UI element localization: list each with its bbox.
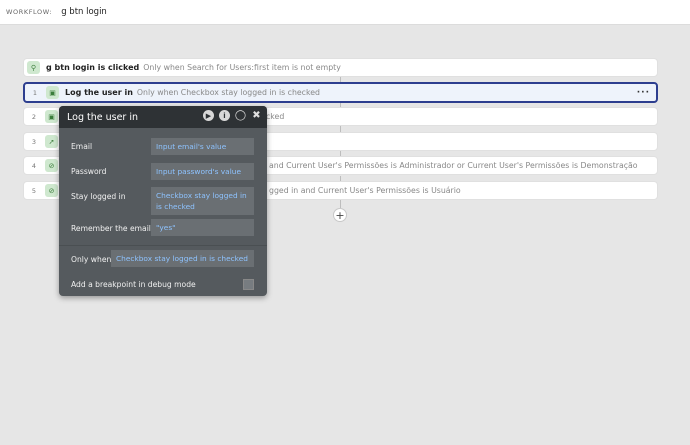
step-number: 2 [31,112,37,121]
breakpoint-label: Add a breakpoint in debug mode [71,280,196,289]
info-icon[interactable]: i [219,110,230,121]
password-label: Password [71,167,107,176]
remember-email-label: Remember the email [71,224,151,233]
stay-logged-in-label: Stay logged in [71,192,126,201]
close-icon[interactable]: ✖ [251,110,262,121]
step-number: 1 [32,88,38,97]
play-icon[interactable]: ▶ [203,110,214,121]
add-step-button[interactable]: + [333,208,347,222]
trigger-event[interactable]: ⚲ g btn login is clicked Only when Searc… [23,58,658,77]
panel-header: Log the user in ▶ i ◯ ✖ [59,106,267,128]
only-when-label: Only when [71,255,112,264]
step-condition: Only when Checkbox stay logged in is che… [136,88,320,97]
email-value[interactable]: Input email's value [151,138,254,155]
workflow-header: WORKFLOW: g btn login [0,0,690,25]
workflow-name[interactable]: g btn login [61,7,107,17]
divider [59,245,267,246]
search-icon: ⚲ [27,61,40,74]
step-number: 4 [31,161,37,170]
account-icon: ▣ [45,110,58,123]
step-title: Log the user in [65,88,133,97]
only-when-value[interactable]: Checkbox stay logged in is checked [111,250,254,267]
action-property-panel: Log the user in ▶ i ◯ ✖ Email Input emai… [59,106,267,296]
more-icon[interactable]: ··· [637,88,650,98]
cursor-icon: ➚ [45,135,58,148]
password-value[interactable]: Input password's value [151,163,254,180]
trigger-title: g btn login is clicked [46,63,140,72]
step-condition: cked [266,112,285,121]
step-number: 5 [31,186,37,195]
email-label: Email [71,142,93,151]
connector-line [340,200,341,208]
navigate-icon: ⊘ [45,184,58,197]
navigate-icon: ⊘ [45,159,58,172]
comment-icon[interactable]: ◯ [235,110,246,121]
account-icon: ▣ [46,86,59,99]
remember-email-value[interactable]: "yes" [151,219,254,236]
panel-title: Log the user in [67,111,138,123]
step-condition: and Current User's Permissões is Adminis… [269,161,638,170]
breakpoint-checkbox[interactable] [243,279,254,290]
trigger-condition: Only when Search for Users:first item is… [143,63,341,72]
step-number: 3 [31,137,37,146]
stay-logged-in-value[interactable]: Checkbox stay logged in is checked [151,187,254,215]
step-condition: gged in and Current User's Permissões is… [269,186,461,195]
step-1[interactable]: 1 ▣ Log the user in Only when Checkbox s… [23,82,658,103]
workflow-label: WORKFLOW: [6,8,53,16]
